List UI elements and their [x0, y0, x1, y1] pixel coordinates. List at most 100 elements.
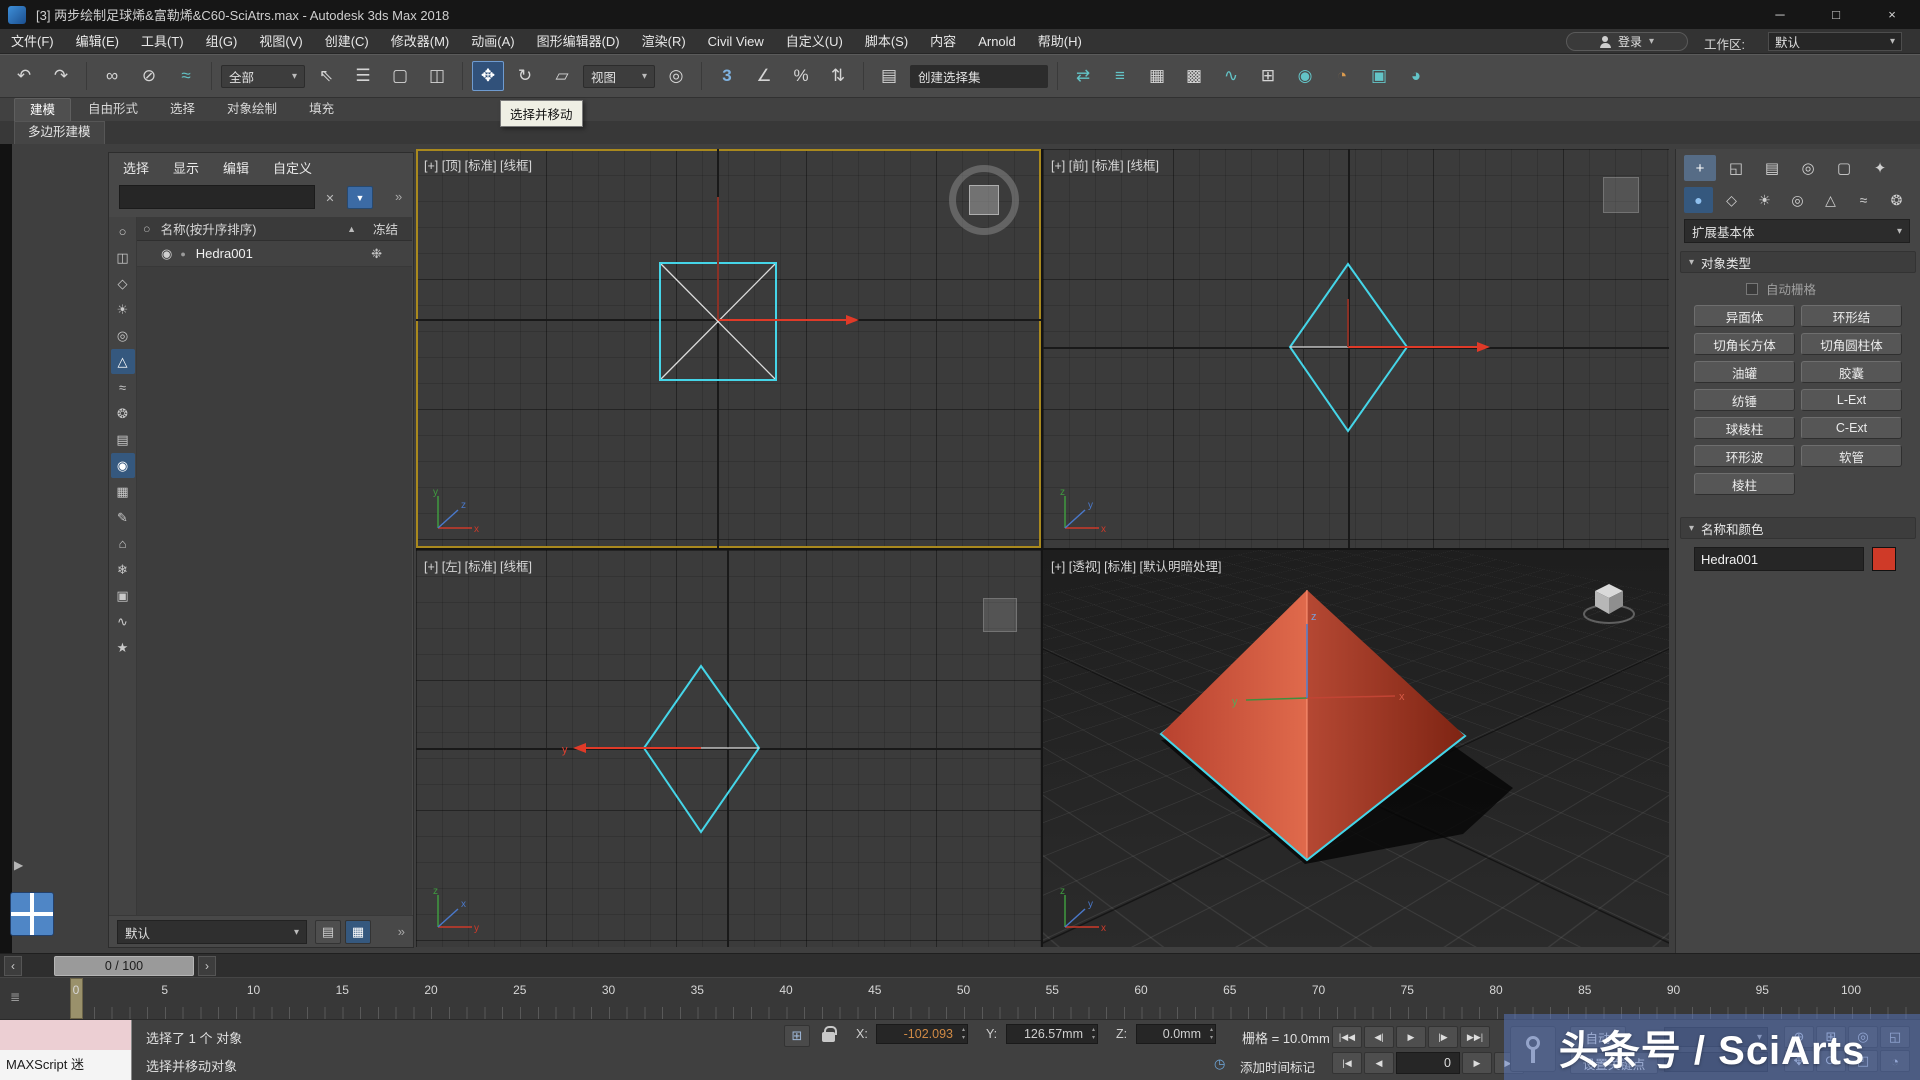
display-filter-icon[interactable]: ◎	[111, 323, 135, 348]
list-header[interactable]: ○ 名称(按升序排序) ▲ 冻结	[137, 217, 412, 241]
layer-view-icon[interactable]: ▤	[315, 920, 341, 944]
search-input[interactable]	[119, 185, 315, 209]
display-filter-icon[interactable]: ☀	[111, 297, 135, 322]
named-selection-sets-input[interactable]	[910, 65, 1048, 88]
category-icon[interactable]: △	[1816, 187, 1845, 213]
display-filter-icon[interactable]: ◉	[111, 453, 135, 478]
rotate-icon[interactable]: ↻	[509, 61, 541, 91]
use-pivot-icon[interactable]: ◎	[660, 61, 692, 91]
playback-button[interactable]: ▶▶|	[1460, 1026, 1490, 1048]
display-filter-icon[interactable]: ❄	[111, 557, 135, 582]
name-color-rollout[interactable]: ▾ 名称和颜色	[1680, 517, 1916, 539]
menu-item[interactable]: 图形编辑器(D)	[526, 29, 631, 54]
angle-snap-icon[interactable]: ∠	[748, 61, 780, 91]
hedra-front-wireframe[interactable]	[1043, 149, 1669, 548]
display-filter-icon[interactable]: ≈	[111, 375, 135, 400]
next-frame-button[interactable]: ▶	[1462, 1052, 1492, 1074]
spinner-icon[interactable]: ▴▾	[962, 1026, 965, 1042]
grid-view-icon[interactable]: ▦	[345, 920, 371, 944]
selection-set-dropdown[interactable]: 默认 ▾	[117, 920, 307, 944]
viewport-top[interactable]: [+] [顶] [标准] [线框] x y z	[416, 149, 1041, 548]
object-type-button[interactable]: 软管	[1801, 445, 1902, 467]
display-filter-icon[interactable]: ▤	[111, 427, 135, 452]
playback-button[interactable]: |▶	[1428, 1026, 1458, 1048]
menu-item[interactable]: 内容	[919, 29, 967, 54]
explorer-menu-item[interactable]: 自定义	[273, 157, 312, 181]
menu-item[interactable]: 渲染(R)	[631, 29, 697, 54]
track-bar[interactable]: ≣ 05101520253035404550556065707580859095…	[0, 977, 1920, 1019]
object-type-button[interactable]: 油罐	[1694, 361, 1795, 383]
hedra-left-wireframe[interactable]: y	[416, 550, 1041, 947]
panel-tab-icon[interactable]: ◎	[1792, 155, 1824, 181]
selection-filter-dropdown[interactable]: 全部 ▾	[221, 65, 305, 88]
object-type-button[interactable]: 球棱柱	[1694, 417, 1795, 439]
close-button[interactable]: ×	[1864, 0, 1920, 29]
category-icon[interactable]: ≈	[1849, 187, 1878, 213]
mirror-icon[interactable]: ⇄	[1067, 61, 1099, 91]
select-object-icon[interactable]: ⇖	[310, 61, 342, 91]
percent-snap-icon[interactable]: %	[785, 61, 817, 91]
object-type-button[interactable]: 异面体	[1694, 305, 1795, 327]
next-frame-icon[interactable]: ›	[198, 956, 216, 976]
layer-manager-icon[interactable]: ▦	[1141, 61, 1173, 91]
scale-icon[interactable]: ▱	[546, 61, 578, 91]
window-crossing-icon[interactable]: ◫	[421, 61, 453, 91]
eye-icon[interactable]: ◉	[161, 246, 172, 262]
bind-spacewarp-icon[interactable]: ≈	[170, 61, 202, 91]
category-icon[interactable]: ❂	[1882, 187, 1911, 213]
panel-tab-icon[interactable]: ▤	[1756, 155, 1788, 181]
render-icon[interactable]: ◕	[1400, 61, 1432, 91]
menu-item[interactable]: 组(G)	[195, 29, 249, 54]
menu-item[interactable]: 工具(T)	[130, 29, 195, 54]
viewport-left[interactable]: y [+] [左] [标准] [线框] y z x	[416, 550, 1041, 947]
spinner-icon[interactable]: ▴▾	[1092, 1026, 1095, 1042]
viewport-perspective[interactable]: x y z [+] [透视] [标准] [默认明暗处理] x z y	[1043, 550, 1669, 947]
material-editor-icon[interactable]: ◉	[1289, 61, 1321, 91]
rect-region-icon[interactable]: ▢	[384, 61, 416, 91]
object-name-field[interactable]: Hedra001	[1694, 547, 1864, 571]
display-filter-icon[interactable]: ▦	[111, 479, 135, 504]
object-type-button[interactable]: 环形结	[1801, 305, 1902, 327]
reference-coordinate-dropdown[interactable]: 视图 ▾	[583, 65, 655, 88]
select-move-icon[interactable]: ✥	[472, 61, 504, 91]
unlink-icon[interactable]: ⊘	[133, 61, 165, 91]
ribbon-toggle-icon[interactable]: ▩	[1178, 61, 1210, 91]
polygon-modeling-tab[interactable]: 多边形建模	[14, 121, 105, 144]
hedra-shaded[interactable]: x y z	[1043, 550, 1669, 947]
spinner-icon[interactable]: ▴▾	[1210, 1026, 1213, 1042]
viewport-label[interactable]: [+] [顶] [标准] [线框]	[424, 155, 532, 174]
ribbon-tab[interactable]: 选择	[155, 98, 210, 121]
object-type-button[interactable]: 胶囊	[1801, 361, 1902, 383]
maxscript-mini-listener[interactable]: MAXScript 迷	[0, 1020, 132, 1080]
playback-button[interactable]: ▶	[1396, 1026, 1426, 1048]
object-type-button[interactable]: 切角圆柱体	[1801, 333, 1902, 355]
panel-tab-icon[interactable]: ◱	[1720, 155, 1752, 181]
menu-item[interactable]: Civil View	[697, 29, 775, 54]
x-coordinate-field[interactable]: -102.093 ▴▾	[876, 1024, 968, 1044]
ribbon-tab[interactable]: 建模	[14, 98, 71, 121]
object-color-swatch[interactable]	[1872, 547, 1896, 571]
viewport-label[interactable]: [+] [透视] [标准] [默认明暗处理]	[1051, 556, 1222, 575]
transform-typein-icon[interactable]: ⊞	[784, 1025, 810, 1047]
selection-lock-icon[interactable]	[822, 1032, 835, 1042]
object-type-button[interactable]: C-Ext	[1801, 417, 1902, 439]
align-icon[interactable]: ≡	[1104, 61, 1136, 91]
expand-arrow-icon[interactable]: ▶	[14, 858, 23, 872]
freeze-icon[interactable]: ❉	[371, 246, 382, 262]
rendered-frame-icon[interactable]: ▣	[1363, 61, 1395, 91]
menu-item[interactable]: 视图(V)	[248, 29, 313, 54]
previous-frame-button[interactable]: ◀	[1364, 1052, 1394, 1074]
viewport-label[interactable]: [+] [前] [标准] [线框]	[1051, 155, 1159, 174]
category-icon[interactable]: ☀	[1750, 187, 1779, 213]
display-filter-icon[interactable]: ○	[111, 219, 135, 244]
menu-item[interactable]: 动画(A)	[460, 29, 525, 54]
viewcube[interactable]	[1583, 576, 1647, 632]
menu-item[interactable]: 文件(F)	[0, 29, 65, 54]
ribbon-tab[interactable]: 对象绘制	[212, 98, 292, 121]
go-to-start-button[interactable]: |◀	[1332, 1052, 1362, 1074]
ribbon-tab[interactable]: 填充	[294, 98, 349, 121]
overflow-chevron-icon[interactable]: »	[398, 924, 405, 939]
display-filter-icon[interactable]: ⌂	[111, 531, 135, 556]
playback-button[interactable]: ◀|	[1364, 1026, 1394, 1048]
category-icon[interactable]: ◇	[1717, 187, 1746, 213]
